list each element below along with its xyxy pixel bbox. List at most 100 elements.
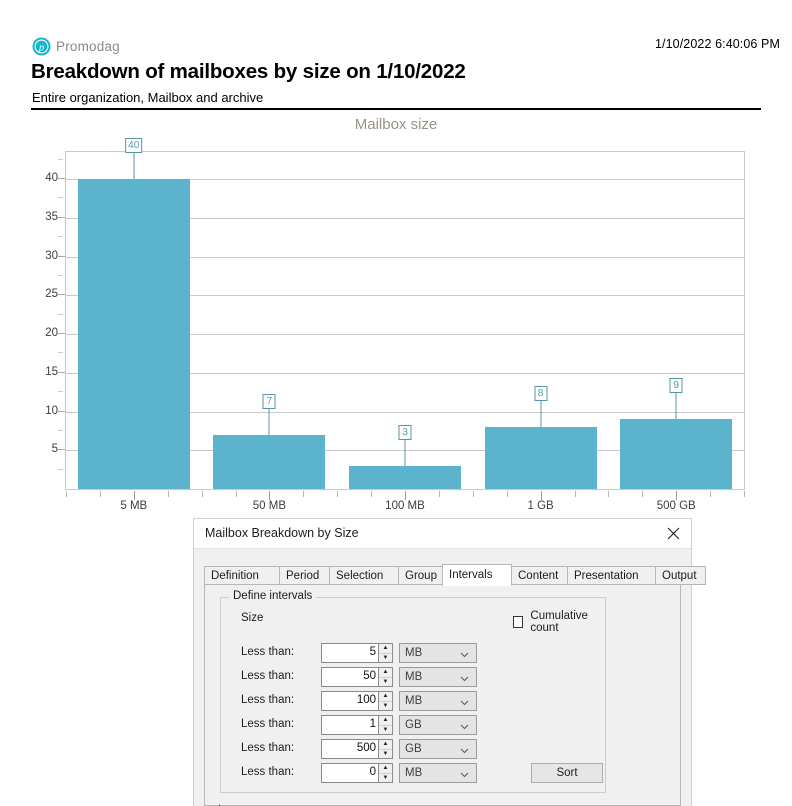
interval-row: Less than: 50 ▲ ▼ MB	[221, 667, 605, 687]
tab-content[interactable]: Content	[511, 566, 568, 585]
sort-button[interactable]: Sort	[531, 763, 603, 783]
interval-value-input[interactable]: 5	[324, 646, 376, 658]
interval-value-stepper[interactable]: 0 ▲ ▼	[321, 763, 393, 783]
chart-y-tick-label: 30	[45, 249, 58, 262]
chart-x-tick-minor	[371, 491, 373, 497]
report-timestamp: 1/10/2022 6:40:06 PM	[654, 37, 780, 51]
tab-output[interactable]: Output	[655, 566, 706, 585]
interval-value-stepper[interactable]: 1 ▲ ▼	[321, 715, 393, 735]
interval-unit-select[interactable]: MB	[399, 763, 477, 783]
chevron-up-icon[interactable]: ▲	[379, 716, 392, 726]
chart-x-tick	[405, 491, 406, 500]
chevron-down-icon[interactable]: ▼	[379, 678, 392, 687]
stepper-buttons[interactable]: ▲ ▼	[378, 692, 392, 710]
chart-y-tick-label: 15	[45, 365, 58, 378]
report-settings-dialog: Mailbox Breakdown by Size Definition Peri…	[193, 518, 706, 806]
chart-plot-area: 40 7 3 8 9	[65, 138, 745, 490]
interval-value-stepper[interactable]: 50 ▲ ▼	[321, 667, 393, 687]
interval-value-stepper[interactable]: 100 ▲ ▼	[321, 691, 393, 711]
interval-unit-select[interactable]: GB	[399, 739, 477, 759]
dialog-bottom-marker: .	[218, 797, 222, 806]
chart-bar	[484, 427, 597, 489]
dialog-title: Mailbox Breakdown by Size	[205, 526, 359, 540]
chart-title: Mailbox size	[354, 116, 438, 133]
chart-bar	[213, 434, 326, 489]
interval-value-stepper[interactable]: 500 ▲ ▼	[321, 739, 393, 759]
tab-group[interactable]: Group	[398, 566, 443, 585]
chevron-down-icon	[460, 696, 469, 706]
chart-x-tick-label: 50 MB	[252, 500, 287, 512]
chevron-down-icon	[460, 648, 469, 658]
chevron-down-icon[interactable]: ▼	[379, 654, 392, 663]
interval-row: Less than: 100 ▲ ▼ MB	[221, 691, 605, 711]
cumulative-count-label: Cumulative count	[530, 610, 588, 634]
chart-label-leader	[675, 393, 677, 420]
chevron-up-icon[interactable]: ▲	[379, 644, 392, 654]
interval-unit-select[interactable]: MB	[399, 691, 477, 711]
chevron-up-icon[interactable]: ▲	[379, 740, 392, 750]
interval-row: Less than: 5 ▲ ▼ MB	[221, 643, 605, 663]
interval-value-input[interactable]: 500	[324, 742, 376, 754]
chart-data-label: 9	[669, 378, 683, 394]
interval-unit-select[interactable]: GB	[399, 715, 477, 735]
interval-value-input[interactable]: 1	[324, 718, 376, 730]
close-icon[interactable]	[661, 522, 685, 544]
chart-x-tick-minor	[167, 491, 169, 497]
tab-selection[interactable]: Selection	[329, 566, 399, 585]
chevron-down-icon[interactable]: ▼	[379, 702, 392, 711]
stepper-buttons[interactable]: ▲ ▼	[378, 716, 392, 734]
stepper-buttons[interactable]: ▲ ▼	[378, 740, 392, 758]
tab-presentation[interactable]: Presentation	[567, 566, 656, 585]
stepper-buttons[interactable]: ▲ ▼	[378, 764, 392, 782]
chart-y-axis: 5 10 15 20 25 30 35 40	[10, 151, 58, 490]
chart-x-tick-minor	[744, 491, 745, 497]
interval-row-label: Less than:	[241, 670, 295, 682]
interval-value-stepper[interactable]: 5 ▲ ▼	[321, 643, 393, 663]
dialog-titlebar: Mailbox Breakdown by Size	[194, 519, 691, 548]
chart-y-tick-minor	[58, 429, 63, 431]
interval-row-label: Less than:	[241, 766, 295, 778]
tab-definition[interactable]: Definition	[204, 566, 280, 585]
chart-x-tick-minor	[201, 491, 203, 497]
stepper-buttons[interactable]: ▲ ▼	[378, 668, 392, 686]
interval-unit-select[interactable]: MB	[399, 667, 477, 687]
chart-y-tick-minor	[58, 274, 63, 276]
report-page: p Promodag 1/10/2022 6:40:06 PM Breakdow…	[0, 0, 792, 806]
interval-unit-value: MB	[405, 647, 423, 659]
chart-y-tick-minor	[58, 352, 63, 354]
interval-unit-value: GB	[405, 743, 422, 755]
page-title: Breakdown of mailboxes by size on 1/10/2…	[31, 60, 466, 83]
checkbox-box[interactable]	[513, 616, 524, 628]
dialog-tabpanel-intervals: Define intervals Size Cumulative count L…	[204, 584, 681, 806]
chart-y-tick-minor	[58, 197, 63, 199]
tab-period[interactable]: Period	[279, 566, 330, 585]
header-divider	[31, 108, 761, 110]
chart-data-label: 7	[262, 393, 276, 409]
interval-value-input[interactable]: 100	[324, 694, 376, 706]
chevron-down-icon[interactable]: ▼	[379, 726, 392, 735]
chart-data-label: 40	[124, 138, 143, 154]
interval-value-input[interactable]: 0	[324, 766, 376, 778]
interval-unit-select[interactable]: MB	[399, 643, 477, 663]
chevron-down-icon[interactable]: ▼	[379, 750, 392, 759]
interval-unit-value: MB	[405, 671, 423, 683]
cumulative-count-checkbox[interactable]: Cumulative count	[513, 610, 605, 634]
chevron-down-icon	[460, 720, 469, 730]
chevron-up-icon[interactable]: ▲	[379, 668, 392, 678]
chart-label-leader	[133, 153, 135, 180]
chart-x-tick-label: 100 MB	[385, 500, 425, 512]
chart-x-tick	[540, 491, 542, 500]
interval-value-input[interactable]: 50	[324, 670, 376, 682]
chart-x-tick-minor	[710, 491, 712, 497]
chart-y-tick-minor	[58, 313, 63, 315]
tab-intervals[interactable]: Intervals	[442, 564, 512, 586]
chart-y-tick-label: 5	[51, 443, 58, 456]
chart-x-tick-label: 5 MB	[120, 500, 148, 512]
stepper-buttons[interactable]: ▲ ▼	[378, 644, 392, 662]
chart-y-tick-label: 20	[45, 327, 58, 340]
chevron-up-icon[interactable]: ▲	[379, 692, 392, 702]
chart-x-tick	[269, 491, 271, 500]
chevron-up-icon[interactable]: ▲	[379, 764, 392, 774]
chevron-down-icon	[460, 768, 469, 778]
chevron-down-icon[interactable]: ▼	[379, 774, 392, 783]
